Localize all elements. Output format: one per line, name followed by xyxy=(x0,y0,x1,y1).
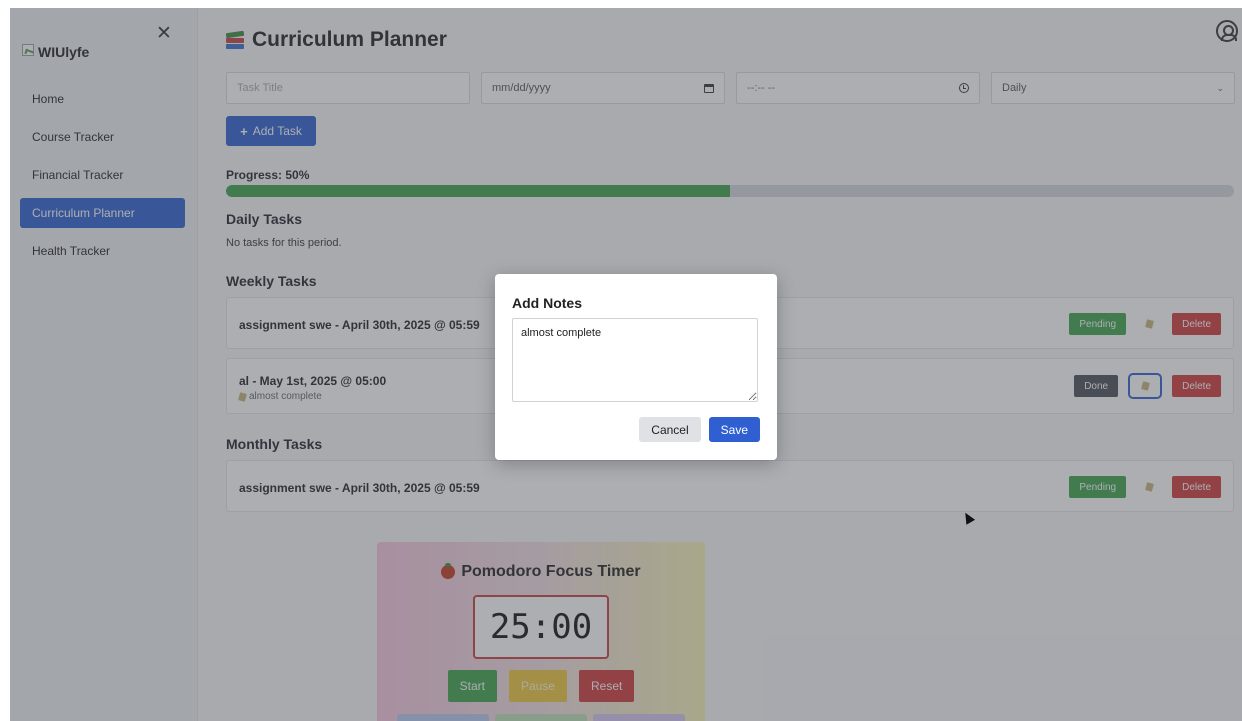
cancel-button[interactable]: Cancel xyxy=(639,417,701,442)
modal-actions: Cancel Save xyxy=(639,417,760,442)
modal-title: Add Notes xyxy=(512,295,582,311)
add-notes-modal: Add Notes almost complete Cancel Save xyxy=(495,274,777,460)
notes-textarea[interactable]: almost complete xyxy=(512,318,758,402)
save-button[interactable]: Save xyxy=(708,417,760,442)
app-window: ✕ WIUlyfe Home Course Tracker Financial … xyxy=(10,8,1242,721)
